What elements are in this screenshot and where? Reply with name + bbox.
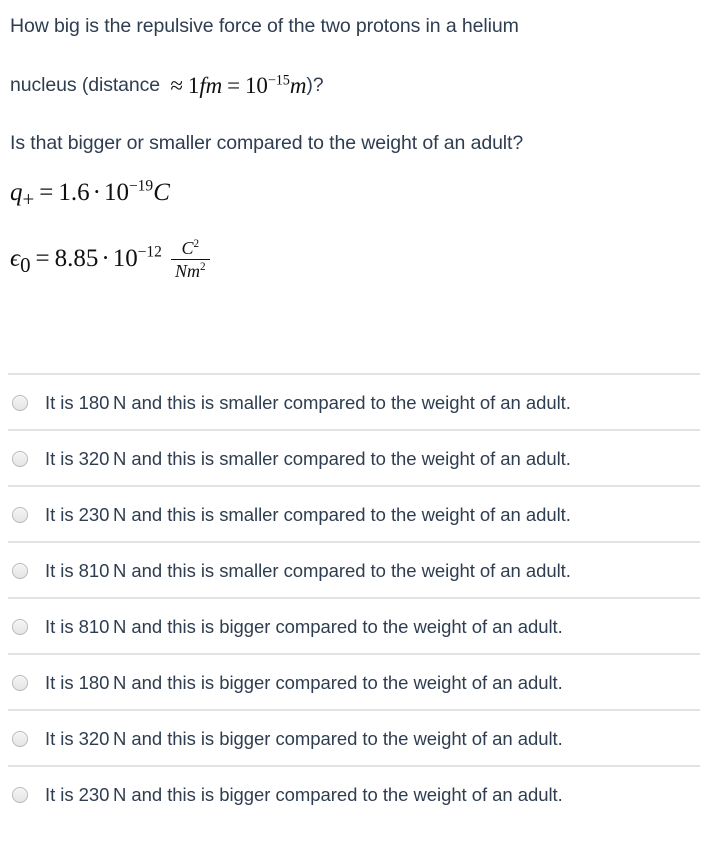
question-line-1-text: How big is the repulsive force of the tw… [10,15,519,37]
radio-button-icon[interactable] [12,731,28,747]
permittivity-unit-denominator-exponent: 2 [199,261,206,274]
answer-option-label: It is 230 N and this is bigger compared … [45,784,563,805]
permittivity-unit-numerator: C2 [170,238,210,261]
charge-subscript: + [22,187,35,211]
answer-option-row[interactable]: It is 180 N and this is bigger compared … [0,653,710,709]
permittivity-unit-numerator-text: C [181,238,194,258]
radio-button-icon[interactable] [12,675,28,691]
permittivity-unit-denominator-text: Nm [174,261,200,282]
answer-option-label: It is 180 N and this is bigger compared … [45,672,563,693]
answer-option-5[interactable]: It is 810 N and this is bigger compared … [0,599,710,655]
charge-mantissa: 1.6 [58,179,90,206]
answer-option-row[interactable]: It is 320 N and this is smaller compared… [0,429,710,485]
permittivity-subscript: 0 [20,253,31,277]
answer-option-label: It is 180 N and this is smaller compared… [45,392,571,413]
permittivity-symbol: ϵ [10,245,21,272]
given-charge-equation: q+ = 1.6 · 10−19C [0,161,710,212]
radio-button-icon[interactable] [12,619,28,635]
permittivity-equals: = [35,245,50,272]
charge-equals: = [39,179,54,206]
permittivity-unit-denominator: Nm2 [171,260,210,281]
question-line-2-suffix: )? [306,74,324,96]
distance-unit-m: m [289,73,307,98]
answer-option-row[interactable]: It is 230 N and this is smaller compared… [0,485,710,541]
distance-base: 10 [245,73,268,98]
question-line-2: nucleus (distance ≈1fm = 10−15m)? [10,44,700,103]
radio-button-icon[interactable] [12,451,28,467]
equals-symbol: = [227,73,240,98]
question-line-3-text: Is that bigger or smaller compared to th… [10,132,524,154]
answer-option-8[interactable]: It is 230 N and this is bigger compared … [0,767,710,823]
question-line-2-prefix: nucleus (distance [10,74,166,96]
question-line-1: How big is the repulsive force of the tw… [10,0,700,44]
answer-option-label: It is 320 N and this is smaller compared… [45,448,571,469]
question-prompt: How big is the repulsive force of the tw… [0,0,710,161]
permittivity-base: 10 [112,245,138,272]
permittivity-multiply-dot: · [101,245,110,272]
answer-option-row[interactable]: It is 810 N and this is smaller compared… [0,541,710,597]
distance-exponent: −15 [267,72,290,89]
answer-option-label: It is 810 N and this is smaller compared… [45,560,571,581]
permittivity-mantissa: 8.85 [54,245,99,272]
answer-option-label: It is 810 N and this is bigger compared … [45,616,563,637]
answer-option-row[interactable]: It is 320 N and this is bigger compared … [0,709,710,765]
answer-option-row[interactable]: It is 230 N and this is bigger compared … [0,765,710,821]
answer-option-3[interactable]: It is 230 N and this is smaller compared… [0,487,710,543]
charge-base: 10 [103,179,129,206]
permittivity-math: ϵ0 = 8.85 · 10−12 C2 Nm2 [10,238,210,281]
answer-options-list: It is 180 N and this is smaller compared… [0,373,710,821]
charge-math: q+ = 1.6 · 10−19C [10,177,170,212]
permittivity-unit-fraction: C2 Nm2 [170,238,210,281]
answer-option-4[interactable]: It is 810 N and this is smaller compared… [0,543,710,599]
answer-option-row[interactable]: It is 180 N and this is smaller compared… [0,373,710,429]
charge-multiply-dot: · [92,179,101,206]
distance-inline-math: ≈1fm = 10−15m [165,68,306,104]
radio-button-icon[interactable] [12,787,28,803]
radio-button-icon[interactable] [12,395,28,411]
answer-option-label: It is 230 N and this is smaller compared… [45,504,571,525]
radio-button-icon[interactable] [12,507,28,523]
approx-symbol: ≈ [170,73,183,98]
answer-option-1[interactable]: It is 180 N and this is smaller compared… [0,375,710,431]
charge-exponent: −19 [128,177,154,195]
answer-option-2[interactable]: It is 320 N and this is smaller compared… [0,431,710,487]
permittivity-exponent: −12 [137,243,162,261]
question-line-3: Is that bigger or smaller compared to th… [10,103,700,161]
radio-button-icon[interactable] [12,563,28,579]
permittivity-unit-numerator-exponent: 2 [193,238,200,250]
charge-unit: C [153,179,170,206]
given-permittivity-equation: ϵ0 = 8.85 · 10−12 C2 Nm2 [0,212,710,281]
distance-value: 1 [187,73,200,98]
quiz-question-page: How big is the repulsive force of the tw… [0,0,710,860]
answer-option-6[interactable]: It is 180 N and this is bigger compared … [0,655,710,711]
charge-symbol: q [10,179,23,206]
distance-unit-fm: fm [199,73,223,98]
answer-option-row[interactable]: It is 810 N and this is bigger compared … [0,597,710,653]
answer-option-label: It is 320 N and this is bigger compared … [45,728,563,749]
answer-option-7[interactable]: It is 320 N and this is bigger compared … [0,711,710,767]
